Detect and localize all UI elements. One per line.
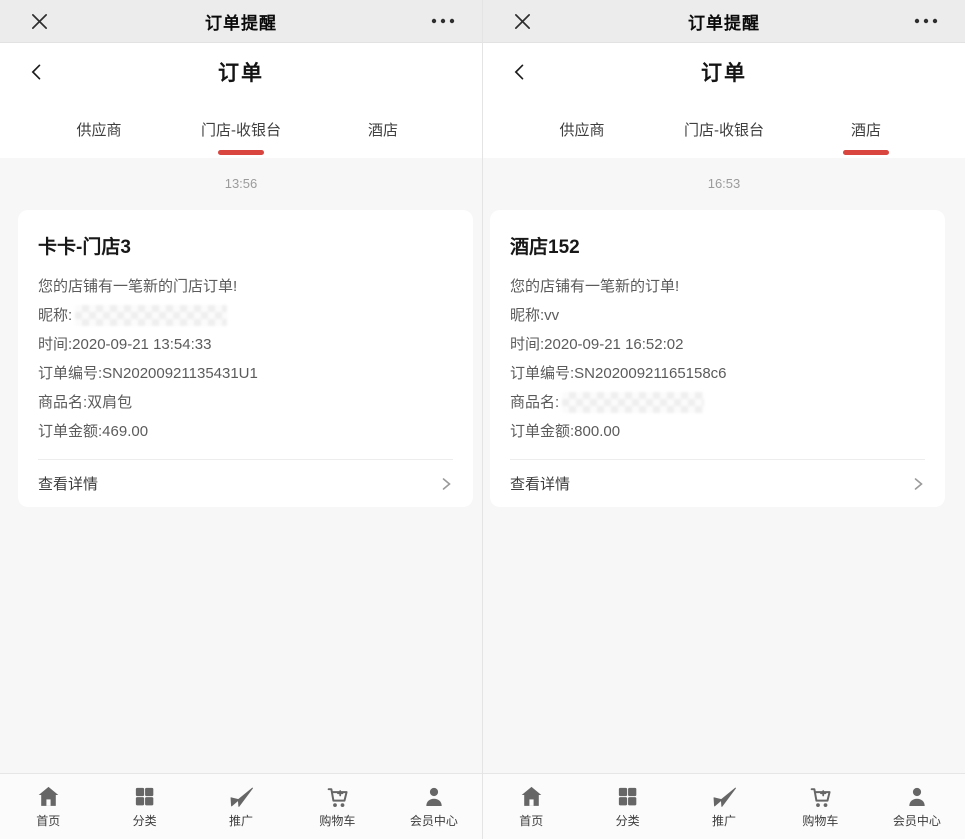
order-intro: 您的店铺有一笔新的门店订单! — [38, 272, 453, 301]
nav-label: 推广 — [229, 812, 253, 829]
message-area: 16:53 酒店152 您的店铺有一笔新的订单! 昵称:vv 时间:2020-0… — [483, 158, 965, 773]
home-icon — [519, 784, 544, 809]
nav-label: 会员中心 — [410, 812, 458, 829]
order-amount: 订单金额:469.00 — [38, 417, 453, 446]
tab-hotel[interactable]: 酒店 — [312, 101, 454, 158]
page-header: 订单 — [483, 43, 965, 101]
grid-icon — [615, 784, 640, 809]
order-card-title: 酒店152 — [510, 232, 925, 259]
redacted-blur — [562, 392, 704, 413]
timestamp: 13:56 — [0, 158, 482, 204]
grid-icon — [132, 784, 157, 809]
page-title: 订单 — [483, 57, 965, 87]
order-number: 订单编号:SN20200921165158c6 — [510, 359, 925, 388]
tab-supplier[interactable]: 供应商 — [511, 101, 653, 158]
bottom-nav: 首页 分类 推广 购物车 — [483, 773, 965, 839]
cart-plus-icon — [325, 784, 350, 809]
nav-item-home[interactable]: 首页 — [0, 774, 96, 839]
product-value: 双肩包 — [87, 388, 132, 417]
paper-plane-icon — [229, 784, 254, 809]
order-time: 时间:2020-09-21 13:54:33 — [38, 330, 453, 359]
tab-store-cashier[interactable]: 门店-收银台 — [170, 101, 312, 158]
nav-label: 分类 — [133, 812, 157, 829]
view-details-label: 查看详情 — [38, 473, 98, 494]
nav-label: 首页 — [36, 812, 60, 829]
screen-right: 订单提醒 订单 供应商 门店-收银台 酒店 16:53 酒店152 您的店铺有一… — [483, 0, 965, 839]
titlebar: 订单提醒 — [483, 0, 965, 43]
nav-label: 会员中心 — [893, 812, 941, 829]
order-product: 商品名:双肩包 — [38, 388, 453, 417]
page-header: 订单 — [0, 43, 482, 101]
nav-label: 推广 — [712, 812, 736, 829]
order-time: 时间:2020-09-21 16:52:02 — [510, 330, 925, 359]
nav-item-member-center[interactable]: 会员中心 — [869, 774, 965, 839]
order-product: 商品名: — [510, 388, 925, 417]
nav-item-promote[interactable]: 推广 — [676, 774, 772, 839]
bottom-nav: 首页 分类 推广 购物车 — [0, 773, 482, 839]
order-nickname: 昵称: — [38, 301, 453, 330]
paper-plane-icon — [712, 784, 737, 809]
tab-supplier[interactable]: 供应商 — [28, 101, 170, 158]
view-details-row[interactable]: 查看详情 — [38, 459, 453, 507]
back-icon[interactable] — [20, 55, 54, 89]
order-card: 卡卡-门店3 您的店铺有一笔新的门店订单! 昵称: 时间:2020-09-21 … — [18, 210, 473, 507]
order-card-title: 卡卡-门店3 — [38, 232, 453, 259]
nickname-label: 昵称: — [510, 301, 544, 330]
order-amount: 订单金额:800.00 — [510, 417, 925, 446]
nav-label: 分类 — [616, 812, 640, 829]
close-icon[interactable] — [22, 4, 56, 38]
screen-left: 订单提醒 订单 供应商 门店-收银台 酒店 13:56 卡卡-门店3 您的店铺有… — [0, 0, 482, 839]
back-icon[interactable] — [503, 55, 537, 89]
nav-item-cart[interactable]: 购物车 — [772, 774, 868, 839]
tab-store-cashier[interactable]: 门店-收银台 — [653, 101, 795, 158]
nav-label: 购物车 — [802, 812, 838, 829]
order-nickname: 昵称:vv — [510, 301, 925, 330]
order-card: 酒店152 您的店铺有一笔新的订单! 昵称:vv 时间:2020-09-21 1… — [490, 210, 945, 507]
chevron-right-icon — [912, 476, 925, 492]
more-icon[interactable] — [909, 4, 943, 38]
close-icon[interactable] — [505, 4, 539, 38]
product-label: 商品名: — [510, 388, 559, 417]
redacted-blur — [75, 305, 227, 326]
order-number: 订单编号:SN20200921135431U1 — [38, 359, 453, 388]
nickname-label: 昵称: — [38, 301, 72, 330]
nav-item-categories[interactable]: 分类 — [579, 774, 675, 839]
view-details-label: 查看详情 — [510, 473, 570, 494]
nav-item-member-center[interactable]: 会员中心 — [386, 774, 482, 839]
page-title: 订单 — [0, 57, 482, 87]
view-details-row[interactable]: 查看详情 — [510, 459, 925, 507]
nav-item-categories[interactable]: 分类 — [96, 774, 192, 839]
tab-hotel[interactable]: 酒店 — [795, 101, 937, 158]
nav-label: 首页 — [519, 812, 543, 829]
message-area: 13:56 卡卡-门店3 您的店铺有一笔新的门店订单! 昵称: 时间:2020-… — [0, 158, 482, 773]
titlebar-title: 订单提醒 — [205, 9, 277, 34]
titlebar-title: 订单提醒 — [688, 9, 760, 34]
product-label: 商品名: — [38, 388, 87, 417]
tab-bar: 供应商 门店-收银台 酒店 — [483, 101, 965, 158]
composite-canvas: 订单提醒 订单 供应商 门店-收银台 酒店 13:56 卡卡-门店3 您的店铺有… — [0, 0, 965, 839]
more-icon[interactable] — [426, 4, 460, 38]
user-icon — [421, 784, 446, 809]
user-icon — [904, 784, 929, 809]
nav-item-cart[interactable]: 购物车 — [289, 774, 385, 839]
cart-plus-icon — [808, 784, 833, 809]
order-intro: 您的店铺有一笔新的订单! — [510, 272, 925, 301]
nickname-value: vv — [544, 301, 559, 330]
titlebar: 订单提醒 — [0, 0, 482, 43]
nav-label: 购物车 — [319, 812, 355, 829]
nav-item-home[interactable]: 首页 — [483, 774, 579, 839]
tab-bar: 供应商 门店-收银台 酒店 — [0, 101, 482, 158]
chevron-right-icon — [440, 476, 453, 492]
timestamp: 16:53 — [483, 158, 965, 204]
nav-item-promote[interactable]: 推广 — [193, 774, 289, 839]
home-icon — [36, 784, 61, 809]
